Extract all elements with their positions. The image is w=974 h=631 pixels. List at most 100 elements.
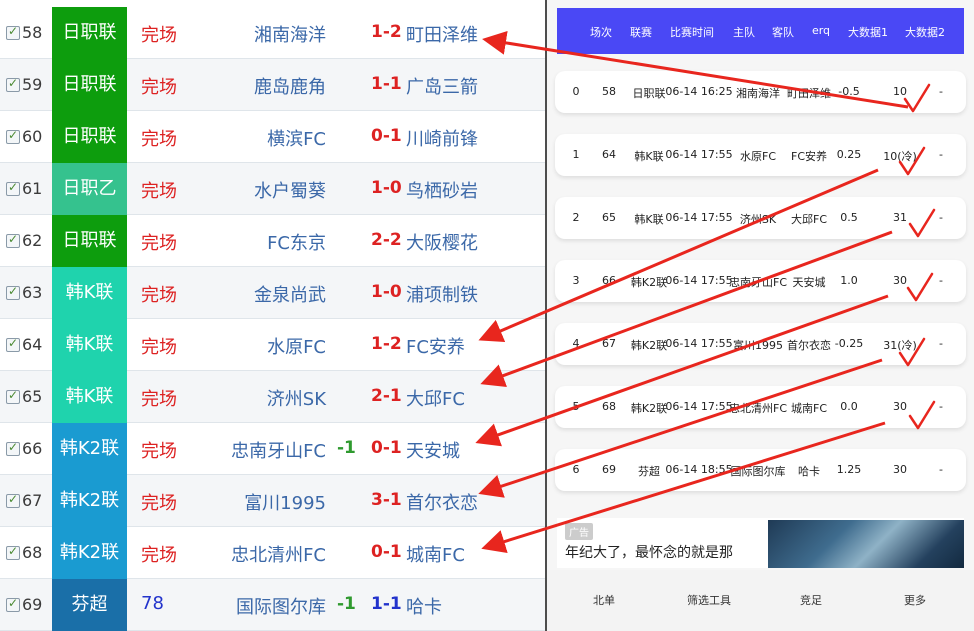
league-badge[interactable]: 韩K2联	[52, 475, 127, 527]
row-checkbox[interactable]	[6, 596, 20, 612]
home-team[interactable]: 金泉尚武	[254, 281, 326, 307]
league-badge[interactable]: 日职联	[52, 215, 127, 267]
away-team[interactable]: 川崎前锋	[406, 125, 478, 151]
match-number: 62	[22, 231, 43, 250]
away-team[interactable]: 广岛三箭	[406, 73, 478, 99]
ad-banner[interactable]: 广告 年纪大了，最怀念的就是那	[557, 518, 964, 568]
away-team[interactable]: 天安城	[406, 437, 460, 463]
ad-image[interactable]	[768, 520, 964, 568]
league-badge[interactable]: 韩K联	[52, 371, 127, 423]
score[interactable]: 1-2	[371, 334, 402, 354]
away-team[interactable]: FC安养	[406, 333, 465, 359]
table-row[interactable]: 63 韩K联 完场 金泉尚武 1-0浦项制铁	[0, 267, 546, 319]
league-badge[interactable]: 日职乙	[52, 163, 127, 215]
table-row[interactable]: 4 67 韩K2联 06-14 17:55 富川1995 首尔衣恋 -0.25 31(冷) -	[555, 323, 966, 365]
home-team[interactable]: 水原FC	[267, 333, 326, 359]
league-badge[interactable]: 日职联	[52, 59, 127, 111]
row-checkbox[interactable]	[6, 544, 20, 560]
home-team[interactable]: 国际图尔库	[236, 593, 326, 619]
row-checkbox[interactable]	[6, 284, 20, 300]
league-badge[interactable]: 芬超	[52, 579, 127, 631]
home-team[interactable]: 横滨FC	[267, 125, 326, 151]
table-row[interactable]: 5 68 韩K2联 06-14 17:55 忠北清州FC 城南FC 0.0 30 -	[555, 386, 966, 428]
table-row[interactable]: 62 日职联 完场 FC东京 2-2大阪樱花	[0, 215, 546, 267]
table-cell: 06-14 17:55	[665, 400, 733, 413]
away-team[interactable]: 哈卡	[406, 593, 442, 619]
row-checkbox[interactable]	[6, 180, 20, 196]
score[interactable]: 3-1	[371, 490, 402, 510]
score[interactable]: 1-1	[371, 74, 402, 94]
table-row[interactable]: 64 韩K联 完场 水原FC 1-2FC安养	[0, 319, 546, 371]
score[interactable]: 1-0	[371, 178, 402, 198]
table-row[interactable]: 58 日职联 完场 湘南海洋 1-2町田泽维	[0, 7, 546, 59]
table-row[interactable]: 6 69 芬超 06-14 18:55 国际图尔库 哈卡 1.25 30 -	[555, 449, 966, 491]
league-badge[interactable]: 日职联	[52, 7, 127, 59]
table-row[interactable]: 2 65 韩K联 06-14 17:55 济州SK 大邱FC 0.5 31 -	[555, 197, 966, 239]
home-team[interactable]: 湘南海洋	[254, 21, 326, 47]
row-checkbox[interactable]	[6, 76, 20, 92]
nav-item-more[interactable]: 更多	[904, 592, 926, 608]
home-team[interactable]: FC东京	[267, 229, 326, 255]
table-row[interactable]: 0 58 日职联 06-14 16:25 湘南海洋 町田泽维 -0.5 10 -	[555, 71, 966, 113]
score[interactable]: 1-0	[371, 282, 402, 302]
league-badge[interactable]: 韩K2联	[52, 423, 127, 475]
score[interactable]: 0-1	[371, 542, 402, 562]
table-row[interactable]: 65 韩K联 完场 济州SK 2-1大邱FC	[0, 371, 546, 423]
league-badge[interactable]: 韩K联	[52, 267, 127, 319]
score[interactable]: 0-1	[371, 438, 402, 458]
away-team[interactable]: 大阪樱花	[406, 229, 478, 255]
home-team[interactable]: 鹿岛鹿角	[254, 73, 326, 99]
home-team[interactable]: 富川1995	[244, 489, 326, 515]
row-checkbox[interactable]	[6, 232, 20, 248]
league-badge[interactable]: 韩K联	[52, 319, 127, 371]
home-team[interactable]: 水户蜀葵	[254, 177, 326, 203]
table-row[interactable]: 68 韩K2联完场 忠北清州FC 0-1城南FC	[0, 527, 546, 579]
table-cell: 30	[893, 463, 907, 476]
table-row[interactable]: 61 日职乙 完场 水户蜀葵 1-0鸟栖砂岩	[0, 163, 546, 215]
table-cell: 富川1995	[733, 339, 783, 352]
row-checkbox[interactable]	[6, 388, 20, 404]
nav-item-filter-tools[interactable]: 筛选工具	[687, 592, 731, 608]
table-cell: 2	[572, 211, 580, 224]
nav-item-beidan[interactable]: 北单	[593, 592, 615, 608]
table-row[interactable]: 3 66 韩K2联 06-14 17:55 忠南牙山FC 天安城 1.0 30 -	[555, 260, 966, 302]
score[interactable]: 2-2	[371, 230, 402, 250]
league-badge[interactable]: 韩K2联	[52, 527, 127, 579]
away-team[interactable]: 首尔衣恋	[406, 489, 478, 515]
match-status: 完场	[141, 441, 177, 462]
score[interactable]: 2-1	[371, 386, 402, 406]
away-team[interactable]: 鸟栖砂岩	[406, 177, 478, 203]
away-team[interactable]: 大邱FC	[406, 385, 465, 411]
league-badge[interactable]: 日职联	[52, 111, 127, 163]
away-team[interactable]: 町田泽维	[406, 21, 478, 47]
league-name: 芬超	[71, 594, 108, 615]
table-cell: 65	[602, 211, 616, 224]
row-checkbox[interactable]	[6, 24, 20, 40]
score[interactable]: 0-1	[371, 126, 402, 146]
home-team[interactable]: 忠北清州FC	[231, 541, 326, 567]
match-status: 完场	[141, 285, 177, 306]
nav-item-jingzu[interactable]: 竞足	[800, 592, 822, 608]
row-checkbox[interactable]	[6, 440, 20, 456]
row-checkbox[interactable]	[6, 336, 20, 352]
table-cell: 06-14 17:55	[665, 148, 733, 161]
table-row[interactable]: 59 日职联 完场 鹿岛鹿角 1-1广岛三箭	[0, 59, 546, 111]
row-checkbox[interactable]	[6, 128, 20, 144]
ad-text[interactable]: 年纪大了，最怀念的就是那	[565, 542, 733, 562]
table-cell: 68	[602, 400, 616, 413]
away-team[interactable]: 城南FC	[406, 541, 465, 567]
score[interactable]: 1-2	[371, 22, 402, 42]
table-row[interactable]: 60 日职联 完场 横滨FC 0-1川崎前锋	[0, 111, 546, 163]
table-cell: 大邱FC	[790, 213, 828, 226]
score[interactable]: 1-1	[371, 594, 402, 614]
row-checkbox[interactable]	[6, 492, 20, 508]
table-row[interactable]: 66 韩K2联完场 忠南牙山FC -1 0-1天安城	[0, 423, 546, 475]
table-row[interactable]: 1 64 韩K联 06-14 17:55 水原FC FC安养 0.25 10(冷) -	[555, 134, 966, 176]
table-cell: 天安城	[792, 276, 826, 289]
match-status: 完场	[141, 129, 177, 150]
home-team[interactable]: 济州SK	[267, 385, 326, 411]
home-team[interactable]: 忠南牙山FC	[231, 437, 326, 463]
away-team[interactable]: 浦项制铁	[406, 281, 478, 307]
table-row[interactable]: 69 芬超 78 国际图尔库 -1 1-1哈卡	[0, 579, 546, 631]
table-row[interactable]: 67 韩K2联完场 富川1995 3-1首尔衣恋	[0, 475, 546, 527]
